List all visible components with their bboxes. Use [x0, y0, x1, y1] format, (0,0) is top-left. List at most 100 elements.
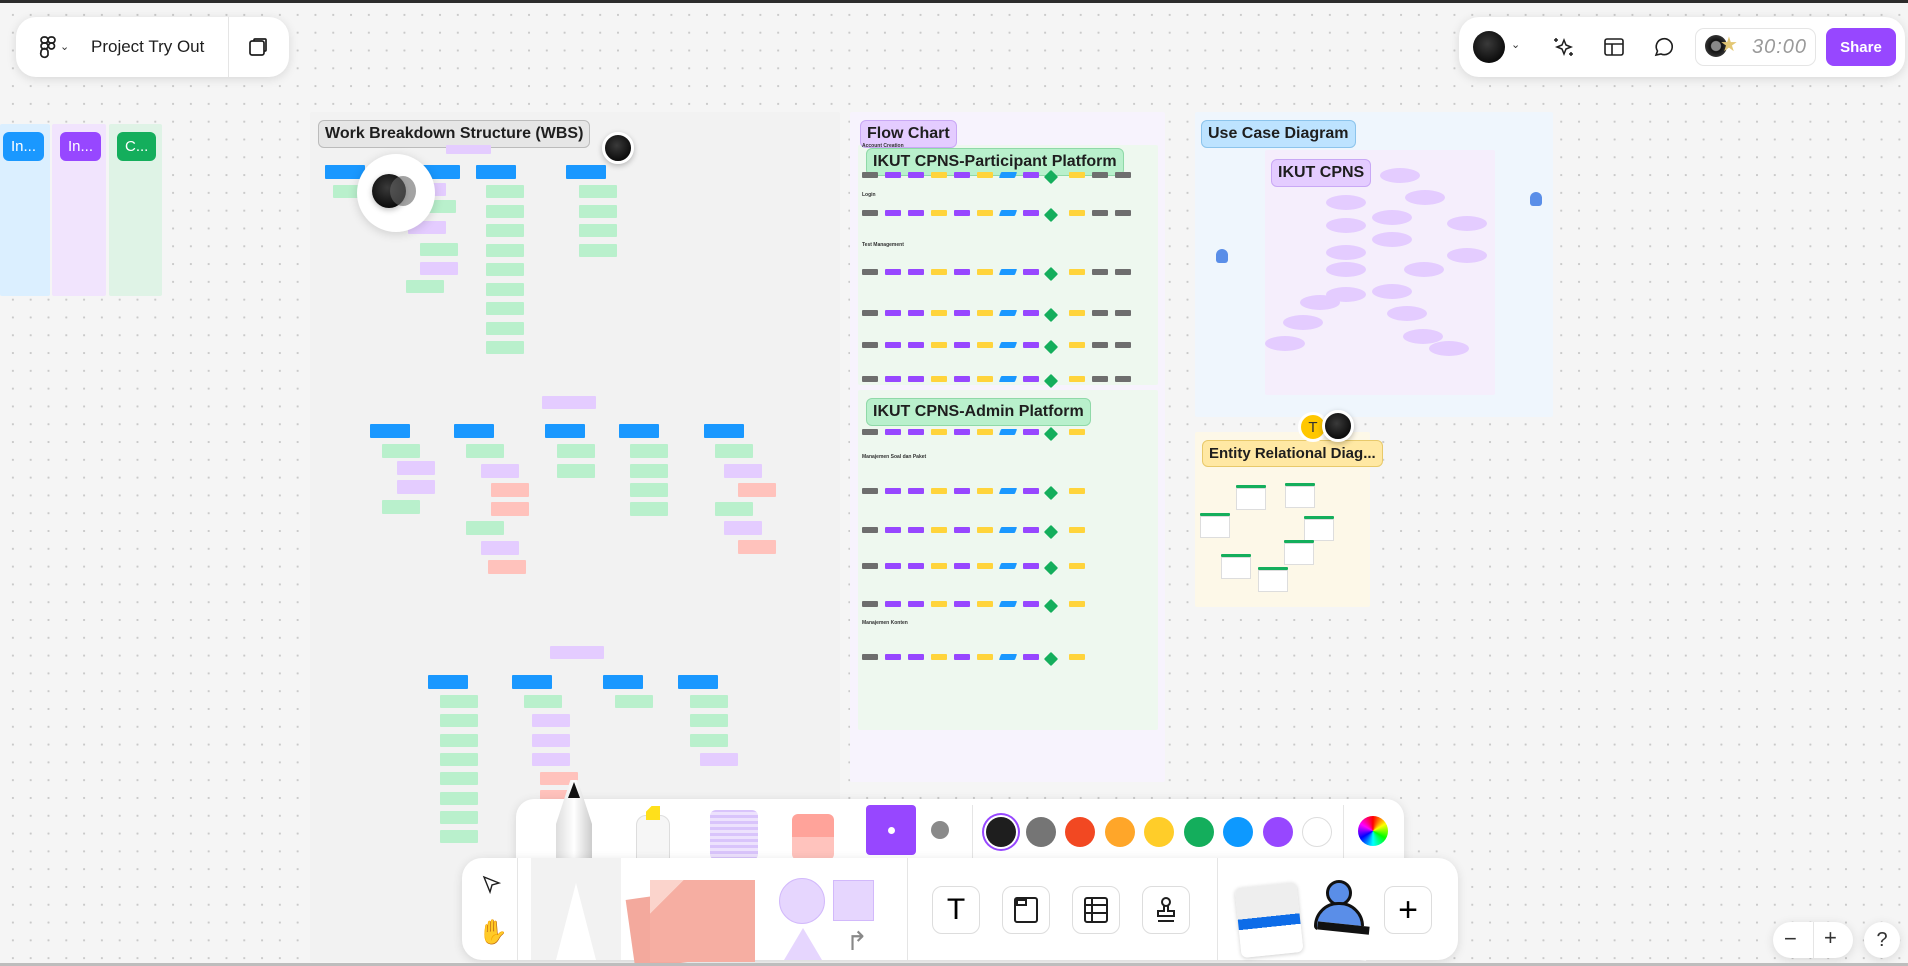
user-avatar[interactable]	[1473, 31, 1505, 63]
use-case-ellipse	[1326, 245, 1366, 260]
help-button[interactable]: ?	[1864, 922, 1900, 958]
stamp-tool[interactable]	[1142, 886, 1190, 934]
sticky-note-tool[interactable]	[625, 878, 758, 966]
table-tool[interactable]	[1072, 886, 1120, 934]
erd-title[interactable]: Entity Relational Diag...	[1202, 440, 1383, 467]
file-title[interactable]: Project Try Out	[91, 37, 204, 57]
flow-node	[885, 269, 901, 275]
wbs-node	[619, 424, 659, 438]
flow-node	[1069, 310, 1085, 316]
use-case-ellipse	[1326, 218, 1366, 233]
wbs-node	[715, 502, 753, 516]
flow-node	[908, 172, 924, 178]
admin-platform-label[interactable]: IKUT CPNS-Admin Platform	[866, 398, 1091, 426]
flow-node	[977, 563, 993, 569]
collaborator-avatar[interactable]	[602, 132, 634, 164]
use-case-title[interactable]: Use Case Diagram	[1201, 120, 1356, 148]
flow-node	[977, 429, 993, 435]
color-picker-icon[interactable]	[1358, 816, 1388, 846]
stroke-thick-button[interactable]	[866, 805, 916, 855]
use-case-system-label[interactable]: IKUT CPNS	[1271, 159, 1372, 187]
use-case-ellipse	[1404, 262, 1444, 277]
text-tool[interactable]: T	[932, 886, 980, 934]
figjam-logo-icon[interactable]	[38, 35, 58, 59]
wbs-node	[440, 810, 478, 824]
flow-node	[977, 342, 993, 348]
highlighter-tool[interactable]	[636, 815, 670, 860]
wbs-node	[397, 480, 435, 494]
color-swatch[interactable]	[1262, 817, 1293, 847]
wbs-node	[630, 502, 668, 516]
flow-node	[1092, 172, 1108, 178]
zoom-in-button[interactable]: +	[1824, 925, 1837, 951]
actor-participant-icon	[1216, 249, 1228, 263]
color-swatch[interactable]	[1223, 817, 1253, 847]
avatar-widget-icon[interactable]	[1310, 880, 1370, 961]
color-swatch[interactable]	[1183, 817, 1214, 847]
star-icon: ★	[1720, 34, 1738, 56]
shape-square-tool[interactable]	[833, 880, 874, 921]
wbs-node	[532, 714, 570, 727]
color-swatch[interactable]	[986, 817, 1016, 847]
wbs-node	[420, 262, 458, 275]
color-swatch[interactable]	[1144, 817, 1174, 847]
wbs-node	[486, 263, 524, 276]
wbs-node	[690, 734, 728, 747]
pages-icon[interactable]	[246, 35, 270, 59]
flow-node	[1092, 376, 1108, 382]
wbs-section-title[interactable]: Work Breakdown Structure (WBS)	[318, 120, 591, 148]
flow-node	[1069, 269, 1085, 275]
wbs-node	[550, 646, 604, 659]
wbs-node	[428, 675, 468, 689]
color-swatch[interactable]	[1302, 817, 1332, 847]
section-tool[interactable]	[1002, 886, 1050, 934]
templates-widget-icon[interactable]	[1234, 881, 1304, 959]
flow-node	[998, 488, 1018, 494]
wbs-node	[446, 145, 491, 154]
flow-node	[862, 210, 878, 216]
layout-icon[interactable]	[1603, 36, 1625, 58]
washi-tape-tool[interactable]	[710, 810, 758, 860]
wbs-node	[491, 502, 529, 516]
flow-node	[998, 172, 1018, 178]
wbs-node	[486, 321, 524, 335]
cursor-icon[interactable]	[480, 874, 502, 896]
column-label-3[interactable]: C...	[117, 132, 157, 161]
chevron-down-icon[interactable]: ⌄	[1511, 38, 1520, 51]
flow-node	[1069, 172, 1085, 178]
flow-node	[931, 376, 947, 382]
stroke-thin-button[interactable]	[931, 821, 949, 839]
use-case-ellipse	[1387, 306, 1427, 321]
chevron-down-icon[interactable]: ⌄	[60, 40, 69, 53]
flow-node	[954, 342, 970, 348]
share-button[interactable]: Share	[1826, 28, 1896, 66]
more-tools-button[interactable]: +	[1384, 886, 1432, 934]
color-swatch[interactable]	[1104, 817, 1135, 847]
column-label-2[interactable]: In...	[60, 132, 102, 161]
collaborator-avatar-shadow	[390, 176, 416, 206]
wbs-node	[370, 424, 410, 438]
hand-icon[interactable]: ✋	[478, 918, 508, 947]
flow-node	[1069, 563, 1085, 569]
flow-node	[862, 563, 878, 569]
flow-node	[931, 488, 947, 494]
comment-icon[interactable]	[1652, 35, 1676, 59]
zoom-out-button[interactable]: −	[1784, 926, 1797, 952]
color-swatch[interactable]	[1065, 817, 1095, 847]
flow-node	[862, 310, 878, 316]
connector-tool[interactable]: ↱	[846, 926, 868, 957]
flow-node	[1092, 342, 1108, 348]
column-label-1[interactable]: In...	[3, 132, 45, 161]
flow-node	[862, 488, 878, 494]
shape-circle-tool[interactable]	[779, 878, 825, 924]
wbs-node	[486, 204, 524, 218]
flow-node	[1069, 527, 1085, 533]
use-case-ellipse	[1372, 232, 1412, 247]
flow-node	[954, 269, 970, 275]
collaborator-avatar-2[interactable]	[1322, 410, 1354, 442]
color-swatch[interactable]	[1025, 817, 1056, 847]
flow-node	[1069, 654, 1085, 660]
eraser-tool[interactable]	[792, 814, 834, 860]
sparkles-icon[interactable]	[1552, 35, 1576, 59]
use-case-ellipse	[1265, 336, 1305, 351]
